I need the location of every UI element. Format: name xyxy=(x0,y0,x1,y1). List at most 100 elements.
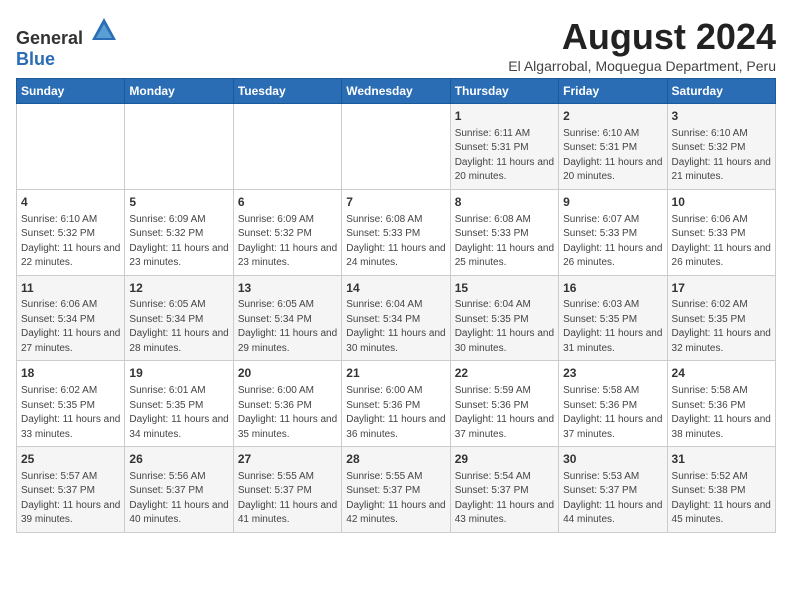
location-text: El Algarrobal, Moquegua Department, Peru xyxy=(508,58,776,74)
day-details: Sunrise: 6:04 AM Sunset: 5:34 PM Dayligh… xyxy=(346,298,445,356)
calendar-cell: 2 Sunrise: 6:10 AM Sunset: 5:31 PM Daylig… xyxy=(559,104,667,190)
day-number: 8 xyxy=(455,194,554,211)
calendar-cell: 13Sunrise: 6:05 AM Sunset: 5:34 PM Dayli… xyxy=(233,275,341,361)
calendar-body: 1 Sunrise: 6:11 AM Sunset: 5:31 PM Daylig… xyxy=(17,104,776,533)
day-number: 6 xyxy=(238,194,337,211)
day-details: Sunrise: 5:58 AM Sunset: 5:36 PM Dayligh… xyxy=(672,384,771,442)
calendar-table: SundayMondayTuesdayWednesdayThursdayFrid… xyxy=(16,78,776,533)
day-details: Sunrise: 6:10 AM Sunset: 5:32 PM Dayligh… xyxy=(21,213,120,271)
day-number: 21 xyxy=(346,365,445,382)
day-number: 31 xyxy=(672,451,771,468)
day-details: Sunrise: 5:55 AM Sunset: 5:37 PM Dayligh… xyxy=(346,470,445,528)
day-number: 14 xyxy=(346,280,445,297)
calendar-cell: 8 Sunrise: 6:08 AM Sunset: 5:33 PM Daylig… xyxy=(450,189,558,275)
calendar-cell: 24 Sunrise: 5:58 AM Sunset: 5:36 PM Dayli… xyxy=(667,361,775,447)
calendar-cell xyxy=(233,104,341,190)
day-number: 10 xyxy=(672,194,771,211)
weekday-header-wednesday: Wednesday xyxy=(342,79,450,104)
day-details: Sunrise: 6:10 AM Sunset: 5:31 PM Dayligh… xyxy=(563,127,662,185)
calendar-cell: 11Sunrise: 6:06 AM Sunset: 5:34 PM Dayli… xyxy=(17,275,125,361)
calendar-cell xyxy=(342,104,450,190)
day-number: 24 xyxy=(672,365,771,382)
weekday-header-tuesday: Tuesday xyxy=(233,79,341,104)
calendar-week-2: 4 Sunrise: 6:10 AM Sunset: 5:32 PM Daylig… xyxy=(17,189,776,275)
weekday-header-saturday: Saturday xyxy=(667,79,775,104)
title-section: August 2024 El Algarrobal, Moquegua Depa… xyxy=(508,16,776,74)
day-details: Sunrise: 6:06 AM Sunset: 5:34 PM Dayligh… xyxy=(21,298,120,356)
calendar-cell xyxy=(17,104,125,190)
day-details: Sunrise: 6:02 AM Sunset: 5:35 PM Dayligh… xyxy=(21,384,120,442)
day-number: 27 xyxy=(238,451,337,468)
day-number: 3 xyxy=(672,108,771,125)
month-year-title: August 2024 xyxy=(508,16,776,58)
day-details: Sunrise: 6:11 AM Sunset: 5:31 PM Dayligh… xyxy=(455,127,554,185)
day-number: 13 xyxy=(238,280,337,297)
calendar-week-1: 1 Sunrise: 6:11 AM Sunset: 5:31 PM Daylig… xyxy=(17,104,776,190)
logo-text: General Blue xyxy=(16,16,118,70)
day-details: Sunrise: 5:56 AM Sunset: 5:37 PM Dayligh… xyxy=(129,470,228,528)
day-number: 7 xyxy=(346,194,445,211)
day-details: Sunrise: 6:04 AM Sunset: 5:35 PM Dayligh… xyxy=(455,298,554,356)
calendar-cell: 17Sunrise: 6:02 AM Sunset: 5:35 PM Dayli… xyxy=(667,275,775,361)
day-number: 4 xyxy=(21,194,120,211)
weekday-header-row: SundayMondayTuesdayWednesdayThursdayFrid… xyxy=(17,79,776,104)
day-number: 28 xyxy=(346,451,445,468)
day-details: Sunrise: 5:55 AM Sunset: 5:37 PM Dayligh… xyxy=(238,470,337,528)
day-number: 16 xyxy=(563,280,662,297)
day-details: Sunrise: 6:08 AM Sunset: 5:33 PM Dayligh… xyxy=(455,213,554,271)
calendar-cell: 16Sunrise: 6:03 AM Sunset: 5:35 PM Dayli… xyxy=(559,275,667,361)
day-details: Sunrise: 5:52 AM Sunset: 5:38 PM Dayligh… xyxy=(672,470,771,528)
logo-icon xyxy=(90,16,118,44)
day-number: 20 xyxy=(238,365,337,382)
calendar-cell: 19Sunrise: 6:01 AM Sunset: 5:35 PM Dayli… xyxy=(125,361,233,447)
day-details: Sunrise: 5:53 AM Sunset: 5:37 PM Dayligh… xyxy=(563,470,662,528)
calendar-cell xyxy=(125,104,233,190)
calendar-header: SundayMondayTuesdayWednesdayThursdayFrid… xyxy=(17,79,776,104)
calendar-cell: 4 Sunrise: 6:10 AM Sunset: 5:32 PM Daylig… xyxy=(17,189,125,275)
day-number: 30 xyxy=(563,451,662,468)
calendar-cell: 15Sunrise: 6:04 AM Sunset: 5:35 PM Dayli… xyxy=(450,275,558,361)
day-number: 17 xyxy=(672,280,771,297)
calendar-cell: 7 Sunrise: 6:08 AM Sunset: 5:33 PM Daylig… xyxy=(342,189,450,275)
day-number: 1 xyxy=(455,108,554,125)
calendar-cell: 26 Sunrise: 5:56 AM Sunset: 5:37 PM Dayli… xyxy=(125,447,233,533)
calendar-cell: 30 Sunrise: 5:53 AM Sunset: 5:37 PM Dayli… xyxy=(559,447,667,533)
calendar-cell: 5 Sunrise: 6:09 AM Sunset: 5:32 PM Daylig… xyxy=(125,189,233,275)
weekday-header-thursday: Thursday xyxy=(450,79,558,104)
calendar-cell: 21Sunrise: 6:00 AM Sunset: 5:36 PM Dayli… xyxy=(342,361,450,447)
day-details: Sunrise: 5:58 AM Sunset: 5:36 PM Dayligh… xyxy=(563,384,662,442)
calendar-cell: 20 Sunrise: 6:00 AM Sunset: 5:36 PM Dayli… xyxy=(233,361,341,447)
day-details: Sunrise: 6:09 AM Sunset: 5:32 PM Dayligh… xyxy=(238,213,337,271)
day-number: 22 xyxy=(455,365,554,382)
day-number: 26 xyxy=(129,451,228,468)
logo: General Blue xyxy=(16,16,118,70)
weekday-header-sunday: Sunday xyxy=(17,79,125,104)
day-details: Sunrise: 5:54 AM Sunset: 5:37 PM Dayligh… xyxy=(455,470,554,528)
day-details: Sunrise: 6:10 AM Sunset: 5:32 PM Dayligh… xyxy=(672,127,771,185)
weekday-header-friday: Friday xyxy=(559,79,667,104)
day-number: 11 xyxy=(21,280,120,297)
calendar-cell: 31 Sunrise: 5:52 AM Sunset: 5:38 PM Dayli… xyxy=(667,447,775,533)
calendar-cell: 6 Sunrise: 6:09 AM Sunset: 5:32 PM Daylig… xyxy=(233,189,341,275)
calendar-cell: 3 Sunrise: 6:10 AM Sunset: 5:32 PM Daylig… xyxy=(667,104,775,190)
day-details: Sunrise: 6:08 AM Sunset: 5:33 PM Dayligh… xyxy=(346,213,445,271)
day-number: 18 xyxy=(21,365,120,382)
day-number: 12 xyxy=(129,280,228,297)
day-details: Sunrise: 6:09 AM Sunset: 5:32 PM Dayligh… xyxy=(129,213,228,271)
day-details: Sunrise: 6:02 AM Sunset: 5:35 PM Dayligh… xyxy=(672,298,771,356)
day-number: 29 xyxy=(455,451,554,468)
day-details: Sunrise: 6:00 AM Sunset: 5:36 PM Dayligh… xyxy=(238,384,337,442)
day-number: 2 xyxy=(563,108,662,125)
day-number: 9 xyxy=(563,194,662,211)
day-details: Sunrise: 5:59 AM Sunset: 5:36 PM Dayligh… xyxy=(455,384,554,442)
calendar-week-4: 18 Sunrise: 6:02 AM Sunset: 5:35 PM Dayli… xyxy=(17,361,776,447)
calendar-week-5: 25Sunrise: 5:57 AM Sunset: 5:37 PM Dayli… xyxy=(17,447,776,533)
day-number: 5 xyxy=(129,194,228,211)
calendar-cell: 10Sunrise: 6:06 AM Sunset: 5:33 PM Dayli… xyxy=(667,189,775,275)
calendar-cell: 12Sunrise: 6:05 AM Sunset: 5:34 PM Dayli… xyxy=(125,275,233,361)
calendar-cell: 28 Sunrise: 5:55 AM Sunset: 5:37 PM Dayli… xyxy=(342,447,450,533)
day-number: 23 xyxy=(563,365,662,382)
calendar-cell: 9 Sunrise: 6:07 AM Sunset: 5:33 PM Daylig… xyxy=(559,189,667,275)
calendar-cell: 25Sunrise: 5:57 AM Sunset: 5:37 PM Dayli… xyxy=(17,447,125,533)
day-details: Sunrise: 6:07 AM Sunset: 5:33 PM Dayligh… xyxy=(563,213,662,271)
